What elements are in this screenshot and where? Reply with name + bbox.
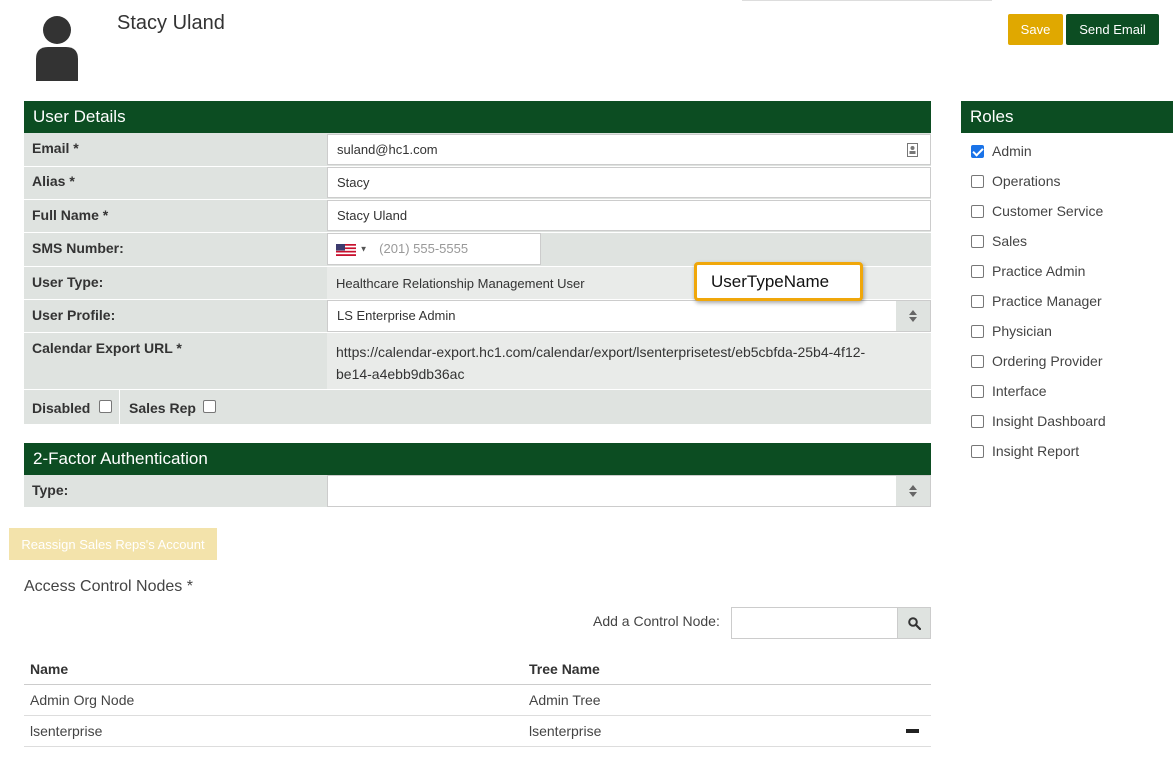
flags-row: Disabled Sales Rep bbox=[24, 390, 931, 424]
role-checkbox[interactable] bbox=[971, 294, 984, 308]
salesrep-checkbox[interactable] bbox=[203, 400, 216, 413]
table-row: lsenterprise lsenterprise bbox=[24, 716, 931, 747]
calendar-url-line2[interactable]: be14-a4ebb9db36ac bbox=[336, 363, 865, 385]
fullname-row: Full Name * Stacy Uland bbox=[24, 200, 931, 233]
two-factor-header: 2-Factor Authentication bbox=[24, 443, 931, 475]
role-checkbox[interactable] bbox=[971, 204, 984, 218]
roles-header: Roles bbox=[961, 101, 1173, 133]
calendar-url-line1[interactable]: https://calendar-export.hc1.com/calendar… bbox=[336, 341, 865, 363]
column-header-tree-name[interactable]: Tree Name bbox=[529, 654, 600, 684]
userprofile-row: User Profile: LS Enterprise Admin bbox=[24, 300, 931, 333]
select-arrows-icon[interactable] bbox=[896, 476, 930, 506]
user-details-header: User Details bbox=[24, 101, 931, 133]
role-item-insight-report[interactable]: Insight Report bbox=[971, 436, 1106, 466]
calendar-label: Calendar Export URL * bbox=[32, 340, 182, 356]
twofactor-type-row: Type: bbox=[24, 475, 931, 508]
alias-field[interactable]: Stacy bbox=[327, 167, 931, 198]
add-control-node-input[interactable] bbox=[731, 607, 898, 639]
add-control-node-label: Add a Control Node: bbox=[593, 613, 720, 629]
reassign-sales-reps-button[interactable]: Reassign Sales Reps's Account bbox=[9, 528, 217, 560]
sms-label: SMS Number: bbox=[32, 240, 124, 256]
salesrep-cell: Sales Rep bbox=[121, 390, 221, 424]
email-label: Email * bbox=[32, 140, 79, 156]
role-checkbox[interactable] bbox=[971, 264, 984, 278]
role-checkbox[interactable] bbox=[971, 354, 984, 368]
calendar-row: Calendar Export URL * https://calendar-e… bbox=[24, 333, 931, 390]
node-name: lsenterprise bbox=[30, 723, 103, 739]
role-item-practice-admin[interactable]: Practice Admin bbox=[971, 256, 1106, 286]
role-item-ordering-provider[interactable]: Ordering Provider bbox=[971, 346, 1106, 376]
calendar-value-cell: https://calendar-export.hc1.com/calendar… bbox=[327, 333, 931, 389]
fullname-label: Full Name * bbox=[32, 207, 109, 223]
role-label: Practice Admin bbox=[992, 263, 1086, 279]
role-label: Customer Service bbox=[992, 203, 1104, 219]
tree-name: lsenterprise bbox=[529, 723, 602, 739]
fullname-field[interactable]: Stacy Uland bbox=[327, 200, 931, 231]
page-title: Stacy Uland bbox=[117, 12, 225, 34]
table-row: Admin Org Node Admin Tree bbox=[24, 685, 931, 716]
userprofile-value: LS Enterprise Admin bbox=[337, 308, 456, 323]
role-item-sales[interactable]: Sales bbox=[971, 226, 1106, 256]
role-label: Ordering Provider bbox=[992, 353, 1103, 369]
us-flag-icon[interactable] bbox=[336, 243, 356, 256]
disabled-checkbox[interactable] bbox=[99, 400, 112, 413]
role-label: Sales bbox=[992, 233, 1028, 249]
role-checkbox[interactable] bbox=[971, 174, 984, 188]
disabled-label: Disabled bbox=[32, 400, 91, 416]
role-checkbox[interactable] bbox=[971, 384, 984, 398]
remove-icon[interactable] bbox=[906, 729, 919, 733]
role-item-customer-service[interactable]: Customer Service bbox=[971, 196, 1106, 226]
role-checkbox[interactable] bbox=[971, 144, 984, 158]
role-checkbox[interactable] bbox=[971, 324, 984, 338]
role-item-operations[interactable]: Operations bbox=[971, 166, 1106, 196]
search-icon bbox=[907, 616, 921, 630]
salesrep-label: Sales Rep bbox=[129, 400, 196, 416]
node-name: Admin Org Node bbox=[30, 692, 135, 708]
role-item-insight-dashboard[interactable]: Insight Dashboard bbox=[971, 406, 1106, 436]
role-label: Admin bbox=[992, 143, 1032, 159]
role-item-physician[interactable]: Physician bbox=[971, 316, 1106, 346]
table-header: Name Tree Name bbox=[24, 654, 931, 685]
role-checkbox[interactable] bbox=[971, 444, 984, 458]
role-label: Interface bbox=[992, 383, 1047, 399]
tree-name: Admin Tree bbox=[529, 692, 601, 708]
role-item-admin[interactable]: Admin bbox=[971, 136, 1106, 166]
alias-row: Alias * Stacy bbox=[24, 167, 931, 200]
role-checkbox[interactable] bbox=[971, 234, 984, 248]
roles-list: Admin Operations Customer Service Sales … bbox=[971, 136, 1106, 466]
role-label: Insight Report bbox=[992, 443, 1080, 459]
select-arrows-icon[interactable] bbox=[896, 301, 930, 331]
role-label: Physician bbox=[992, 323, 1052, 339]
disabled-cell: Disabled bbox=[24, 390, 120, 424]
email-value: suland@hc1.com bbox=[337, 142, 438, 157]
userprofile-select[interactable]: LS Enterprise Admin bbox=[327, 300, 931, 332]
usertype-tooltip: UserTypeName bbox=[694, 262, 863, 301]
user-avatar-icon bbox=[36, 16, 78, 81]
save-button[interactable]: Save bbox=[1008, 14, 1063, 45]
country-dropdown-icon[interactable]: ▼ bbox=[360, 245, 368, 254]
sms-number-field[interactable]: ▼ (201) 555-5555 bbox=[327, 233, 541, 265]
email-field[interactable]: suland@hc1.com bbox=[327, 134, 931, 165]
email-row: Email * suland@hc1.com bbox=[24, 133, 931, 167]
column-header-name[interactable]: Name bbox=[30, 654, 68, 684]
sms-placeholder: (201) 555-5555 bbox=[379, 241, 469, 256]
twofactor-type-select[interactable] bbox=[327, 475, 931, 507]
top-divider bbox=[742, 0, 992, 1]
send-email-button[interactable]: Send Email bbox=[1066, 14, 1159, 45]
role-label: Insight Dashboard bbox=[992, 413, 1106, 429]
role-item-practice-manager[interactable]: Practice Manager bbox=[971, 286, 1106, 316]
access-control-title: Access Control Nodes * bbox=[24, 578, 193, 595]
role-item-interface[interactable]: Interface bbox=[971, 376, 1106, 406]
userprofile-label: User Profile: bbox=[32, 307, 116, 323]
role-label: Practice Manager bbox=[992, 293, 1102, 309]
usertype-value: Healthcare Relationship Management User bbox=[336, 276, 585, 291]
usertype-label: User Type: bbox=[32, 274, 104, 290]
role-checkbox[interactable] bbox=[971, 414, 984, 428]
role-label: Operations bbox=[992, 173, 1061, 189]
search-button[interactable] bbox=[897, 607, 931, 639]
contact-card-icon[interactable] bbox=[907, 143, 918, 157]
alias-label: Alias * bbox=[32, 173, 75, 189]
twofactor-type-label: Type: bbox=[32, 482, 69, 498]
